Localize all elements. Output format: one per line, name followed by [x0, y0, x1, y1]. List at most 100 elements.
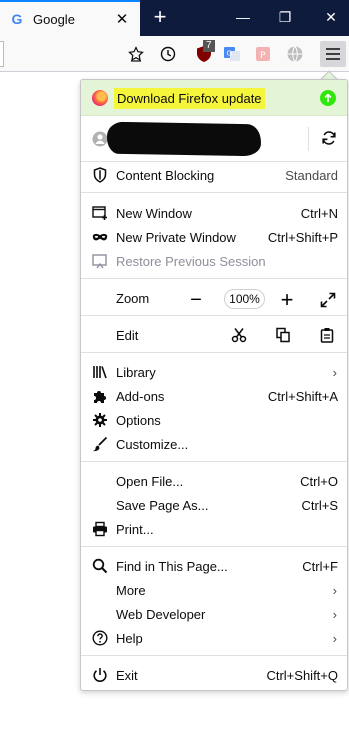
navigation-toolbar: 7 G P	[0, 36, 349, 72]
restore-session-icon	[92, 253, 108, 269]
zoom-row: Zoom	[81, 286, 347, 310]
search-icon	[92, 558, 108, 574]
update-label: Download Firefox update	[114, 88, 265, 109]
gear-icon	[92, 412, 108, 428]
print-item[interactable]: Print...	[81, 517, 347, 541]
history-clock-icon[interactable]	[157, 43, 179, 65]
pocket-extension-icon[interactable]: P	[252, 43, 274, 65]
separator	[81, 352, 347, 353]
save-page-label: Save Page As...	[116, 498, 209, 513]
account-separator	[308, 127, 309, 151]
title-bar: G Google ✕ + — ❐ ✕	[0, 0, 349, 36]
library-item[interactable]: Library ›	[81, 360, 347, 384]
find-shortcut: Ctrl+F	[302, 559, 338, 574]
restore-session-label: Restore Previous Session	[116, 254, 266, 269]
tab-close-icon[interactable]: ✕	[112, 10, 132, 28]
customize-item[interactable]: Customize...	[81, 432, 347, 456]
hamburger-menu-icon[interactable]	[320, 41, 346, 67]
open-file-shortcut: Ctrl+O	[300, 474, 338, 489]
paste-icon[interactable]	[317, 325, 337, 345]
separator	[81, 161, 347, 162]
paintbrush-icon	[92, 436, 108, 452]
separator	[81, 461, 347, 462]
exit-shortcut: Ctrl+Shift+Q	[266, 668, 338, 683]
chevron-right-icon: ›	[332, 607, 337, 622]
new-private-window-label: New Private Window	[116, 230, 236, 245]
save-page-item[interactable]: Save Page As... Ctrl+S	[81, 493, 347, 517]
find-item[interactable]: Find in This Page... Ctrl+F	[81, 554, 347, 578]
new-private-window-item[interactable]: New Private Window Ctrl+Shift+P	[81, 225, 347, 249]
firefox-logo-icon	[92, 90, 108, 106]
find-label: Find in This Page...	[116, 559, 228, 574]
open-file-item[interactable]: Open File... Ctrl+O	[81, 469, 347, 493]
web-developer-item[interactable]: Web Developer ›	[81, 602, 347, 626]
open-file-label: Open File...	[116, 474, 184, 489]
library-label: Library	[116, 365, 156, 380]
library-icon	[92, 364, 108, 380]
exit-item[interactable]: Exit Ctrl+Shift+Q	[81, 663, 347, 687]
power-icon	[92, 667, 108, 683]
bookmark-star-icon[interactable]	[125, 43, 147, 65]
copy-icon[interactable]	[273, 325, 293, 345]
new-window-shortcut: Ctrl+N	[300, 206, 338, 221]
translate-icon[interactable]: G	[221, 43, 243, 65]
addons-shortcut: Ctrl+Shift+A	[267, 389, 338, 404]
new-window-icon	[92, 205, 108, 221]
url-bar[interactable]	[0, 41, 4, 67]
restore-button[interactable]: ❐	[275, 6, 295, 28]
print-label: Print...	[116, 522, 154, 537]
google-favicon-icon: G	[11, 11, 23, 27]
edit-label: Edit	[116, 328, 139, 343]
window-close-button[interactable]: ✕	[321, 6, 341, 28]
puzzle-piece-icon	[92, 388, 108, 404]
ublock-icon[interactable]: 7	[193, 40, 215, 65]
account-avatar-icon	[92, 131, 108, 147]
separator	[81, 655, 347, 656]
svg-text:P: P	[260, 51, 266, 61]
tab-google[interactable]: G Google ✕	[0, 0, 140, 36]
help-item[interactable]: Help ›	[81, 626, 347, 650]
options-item[interactable]: Options	[81, 408, 347, 432]
chevron-right-icon: ›	[332, 631, 337, 646]
separator	[81, 278, 347, 279]
sync-icon[interactable]	[318, 127, 340, 149]
new-private-window-shortcut: Ctrl+Shift+P	[267, 230, 338, 245]
shield-icon	[92, 167, 108, 183]
fullscreen-icon[interactable]	[317, 288, 339, 312]
vpn-globe-icon[interactable]	[284, 43, 306, 65]
edit-row: Edit	[81, 323, 347, 347]
customize-label: Customize...	[116, 437, 189, 452]
more-item[interactable]: More ›	[81, 578, 347, 602]
new-tab-button[interactable]: +	[150, 5, 170, 29]
options-label: Options	[116, 413, 161, 428]
account-redaction	[106, 121, 262, 157]
zoom-label: Zoom	[116, 291, 150, 306]
zoom-out-button[interactable]: −	[185, 288, 207, 312]
update-arrow-icon	[320, 90, 336, 106]
tab-title: Google	[33, 11, 75, 27]
content-blocking-value: Standard	[285, 168, 338, 183]
content-blocking-label: Content Blocking	[116, 168, 215, 183]
help-label: Help	[116, 631, 143, 646]
content-blocking-item[interactable]: Content Blocking Standard	[81, 163, 347, 187]
exit-label: Exit	[116, 668, 138, 683]
zoom-reset-button[interactable]: 100%	[224, 289, 265, 309]
chevron-right-icon: ›	[332, 365, 337, 380]
zoom-in-button[interactable]: +	[276, 287, 298, 312]
separator	[81, 192, 347, 193]
new-window-item[interactable]: New Window Ctrl+N	[81, 201, 347, 225]
addons-label: Add-ons	[116, 389, 165, 404]
help-icon	[92, 630, 108, 646]
app-menu-panel: Download Firefox update Content Blocking…	[80, 79, 348, 691]
save-page-shortcut: Ctrl+S	[301, 498, 338, 513]
new-window-label: New Window	[116, 206, 192, 221]
cut-icon[interactable]	[229, 325, 249, 345]
restore-session-item[interactable]: Restore Previous Session	[81, 249, 347, 273]
chevron-right-icon: ›	[332, 583, 337, 598]
separator	[81, 546, 347, 547]
update-banner[interactable]: Download Firefox update	[81, 80, 347, 116]
private-mask-icon	[92, 229, 108, 245]
more-label: More	[116, 583, 146, 598]
addons-item[interactable]: Add-ons Ctrl+Shift+A	[81, 384, 347, 408]
minimize-button[interactable]: —	[233, 6, 253, 28]
